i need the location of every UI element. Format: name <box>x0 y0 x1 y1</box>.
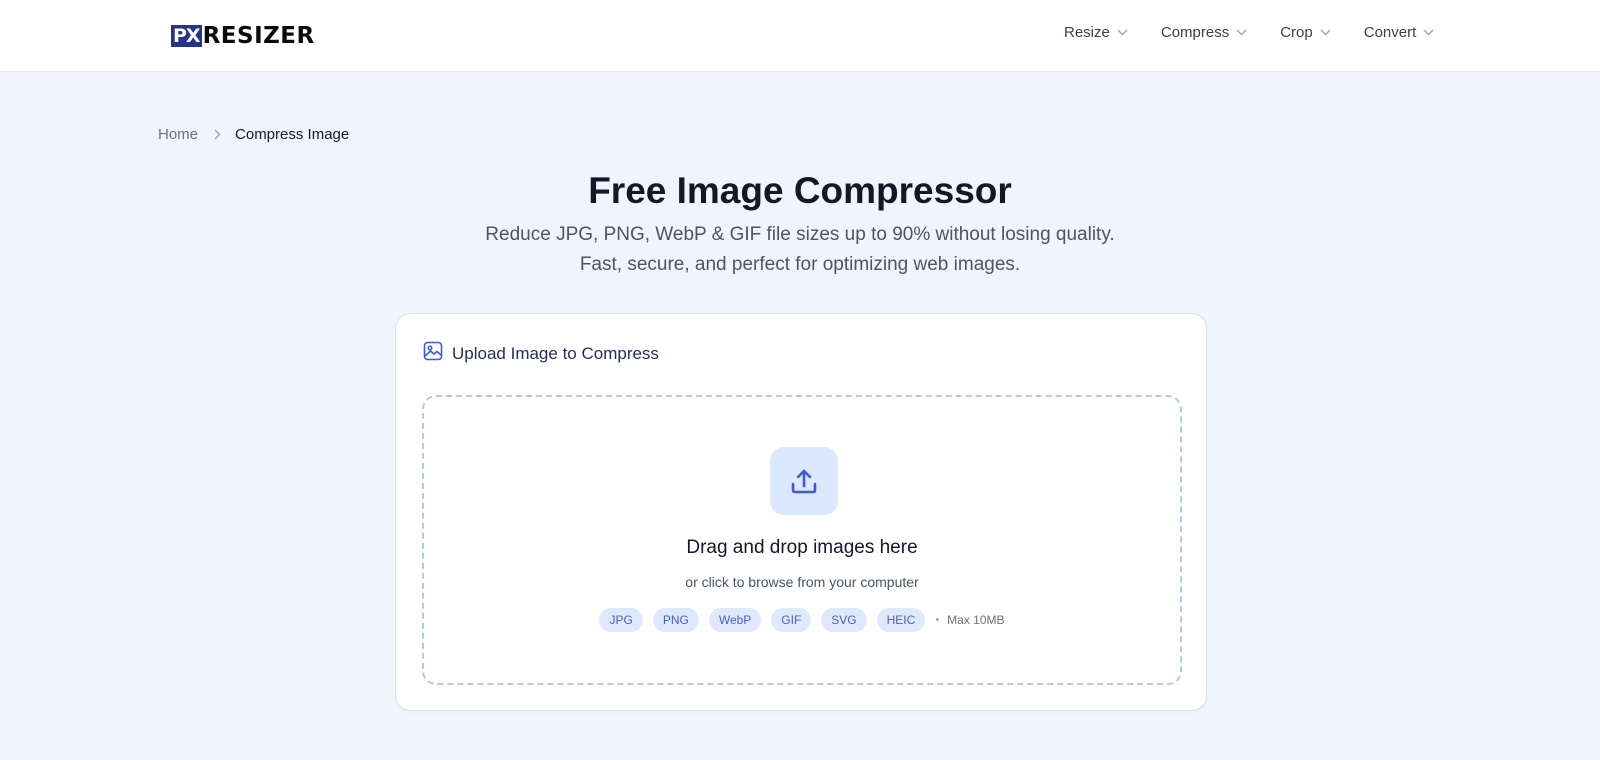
upload-card-header: Upload Image to Compress <box>423 341 659 366</box>
upload-card: Upload Image to Compress Drag and drop i… <box>395 313 1207 711</box>
max-size-note: Max 10MB <box>947 613 1005 627</box>
logo-badge: PX <box>171 25 202 47</box>
upload-dropzone[interactable]: Drag and drop images here or click to br… <box>422 395 1182 685</box>
image-icon <box>423 341 443 366</box>
chevron-down-icon <box>1320 29 1331 36</box>
nav-item-label: Crop <box>1280 24 1313 41</box>
nav-item-label: Resize <box>1064 24 1110 41</box>
breadcrumb-current: Compress Image <box>235 126 350 143</box>
logo-text: RESIZER <box>202 23 315 49</box>
chevron-right-icon <box>214 129 221 140</box>
main-nav: Resize Compress Crop Convert <box>1064 24 1434 41</box>
format-badge-png: PNG <box>652 608 699 632</box>
upload-card-heading: Upload Image to Compress <box>452 343 659 363</box>
nav-item-convert[interactable]: Convert <box>1364 24 1435 41</box>
format-badge-svg: SVG <box>821 608 867 632</box>
format-list: JPG PNG WebP GIF SVG HEIC • Max 10MB <box>424 608 1180 632</box>
format-badge-gif: GIF <box>771 608 812 632</box>
format-badge-webp: WebP <box>708 608 762 632</box>
dropzone-subtitle: or click to browse from your computer <box>685 574 919 590</box>
top-header: PX RESIZER Resize Compress Crop Convert <box>0 0 1600 72</box>
nav-item-crop[interactable]: Crop <box>1280 24 1331 41</box>
format-badge-heic: HEIC <box>876 608 926 632</box>
upload-icon <box>770 447 838 515</box>
chevron-down-icon <box>1117 29 1128 36</box>
nav-item-label: Convert <box>1363 24 1417 41</box>
chevron-down-icon <box>1423 29 1434 36</box>
page-title: Free Image Compressor <box>588 170 1012 211</box>
page-subtitle-line-2: Fast, secure, and perfect for optimizing… <box>579 254 1021 275</box>
chevron-down-icon <box>1236 29 1247 36</box>
nav-item-label: Compress <box>1160 24 1230 41</box>
format-badge-jpg: JPG <box>599 608 643 632</box>
site-logo[interactable]: PX RESIZER <box>171 23 315 49</box>
dropzone-title: Drag and drop images here <box>686 537 918 558</box>
breadcrumb-home-link[interactable]: Home <box>158 126 198 143</box>
breadcrumb: Home Compress Image <box>158 126 349 143</box>
nav-item-compress[interactable]: Compress <box>1161 24 1247 41</box>
page-subtitle-line-1: Reduce JPG, PNG, WebP & GIF file sizes u… <box>485 224 1115 245</box>
nav-item-resize[interactable]: Resize <box>1064 24 1128 41</box>
separator-dot: • <box>935 614 940 626</box>
